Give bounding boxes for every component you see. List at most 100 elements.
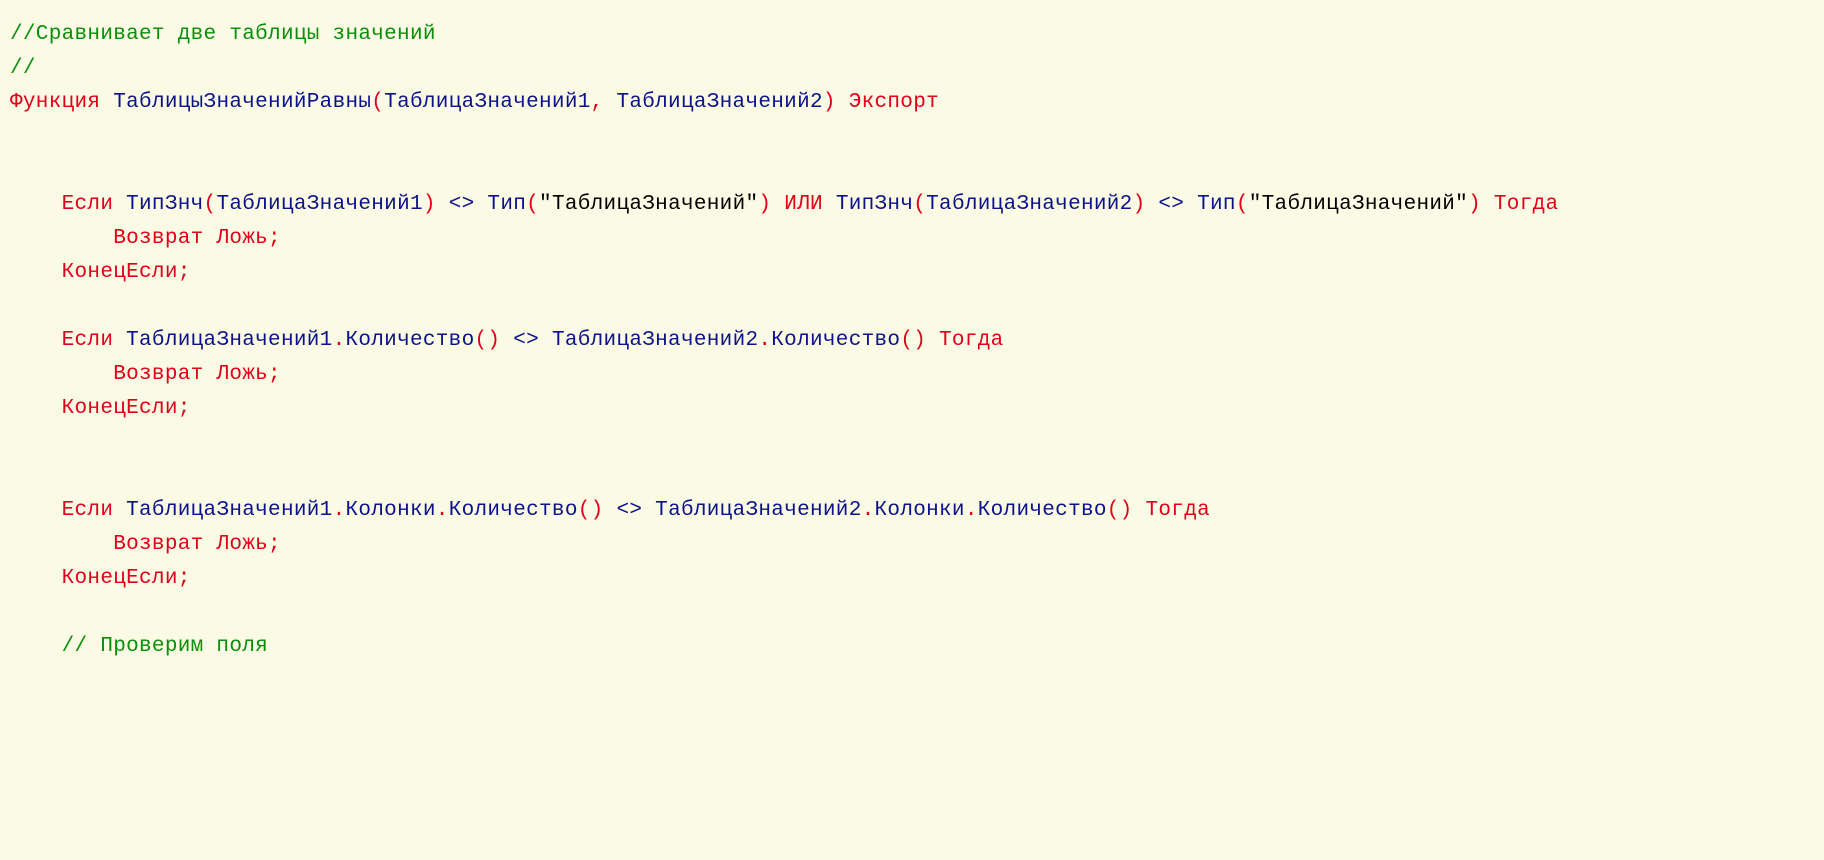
code-token: Количество <box>345 329 474 352</box>
code-token <box>100 91 113 114</box>
code-token: Тогда <box>1494 193 1559 216</box>
code-token: ( <box>204 193 217 216</box>
code-token: () <box>578 499 604 522</box>
code-token: ТаблицаЗначений1 <box>126 499 332 522</box>
code-token: ( <box>913 193 926 216</box>
code-token: . <box>758 329 771 352</box>
code-token: ТаблицаЗначений2 <box>926 193 1132 216</box>
code-token <box>823 193 836 216</box>
code-token <box>113 499 126 522</box>
code-line <box>10 154 1814 188</box>
code-token <box>926 329 939 352</box>
code-token: ( <box>1236 193 1249 216</box>
code-token: ТаблицаЗначений2 <box>655 499 861 522</box>
code-token: ТаблицаЗначений2 <box>552 329 758 352</box>
code-token: ТаблицаЗначений1 <box>126 329 332 352</box>
code-token <box>10 261 62 284</box>
code-token: Возврат Ложь; <box>113 227 281 250</box>
code-token: <> <box>1158 193 1184 216</box>
code-token: ТаблицыЗначенийРавны <box>113 91 371 114</box>
code-token: Возврат Ложь; <box>113 533 281 556</box>
code-line <box>10 426 1814 460</box>
code-token: ) <box>1468 193 1481 216</box>
code-block: //Сравнивает две таблицы значений // Функц… <box>0 0 1824 682</box>
code-token <box>604 499 617 522</box>
code-token: ) <box>1133 193 1146 216</box>
code-token: //Сравнивает две таблицы значений <box>10 23 436 46</box>
code-token: ТипЗнч <box>126 193 203 216</box>
code-line: Возврат Ложь; <box>10 358 1814 392</box>
code-line: КонецЕсли; <box>10 392 1814 426</box>
code-token: Если <box>62 499 114 522</box>
code-token <box>436 193 449 216</box>
code-line <box>10 290 1814 324</box>
code-line: // <box>10 52 1814 86</box>
code-line <box>10 596 1814 630</box>
code-token: ТаблицаЗначений1 <box>216 193 422 216</box>
code-token: . <box>436 499 449 522</box>
code-token: Возврат Ложь; <box>113 363 281 386</box>
code-token: ) <box>423 193 436 216</box>
code-token: ИЛИ <box>784 193 823 216</box>
code-token: Функция <box>10 91 100 114</box>
code-token: Количество <box>771 329 900 352</box>
code-token: <> <box>616 499 642 522</box>
code-line: КонецЕсли; <box>10 562 1814 596</box>
code-token <box>10 635 62 658</box>
code-token: // <box>10 57 36 80</box>
code-token: Тогда <box>1146 499 1211 522</box>
code-token <box>10 499 62 522</box>
code-token <box>1184 193 1197 216</box>
code-token: Тогда <box>939 329 1004 352</box>
code-token: () <box>1107 499 1133 522</box>
code-token <box>10 533 113 556</box>
code-token: "ТаблицаЗначений" <box>1249 193 1468 216</box>
code-token: . <box>333 499 346 522</box>
code-token: // Проверим поля <box>62 635 268 658</box>
code-token <box>771 193 784 216</box>
code-token <box>10 567 62 590</box>
code-token: <> <box>449 193 475 216</box>
code-token: <> <box>513 329 539 352</box>
code-token: Тип <box>487 193 526 216</box>
code-token <box>500 329 513 352</box>
code-token: КонецЕсли; <box>62 261 191 284</box>
code-token: Экспорт <box>849 91 939 114</box>
code-token <box>10 227 113 250</box>
code-line: Если ТаблицаЗначений1.Колонки.Количество… <box>10 494 1814 528</box>
code-line: Возврат Ложь; <box>10 528 1814 562</box>
code-token: . <box>333 329 346 352</box>
code-token: КонецЕсли; <box>62 397 191 420</box>
code-token: ( <box>371 91 384 114</box>
code-token <box>10 363 113 386</box>
code-line: Функция ТаблицыЗначенийРавны(ТаблицаЗнач… <box>10 86 1814 120</box>
code-token: ТипЗнч <box>836 193 913 216</box>
code-line <box>10 460 1814 494</box>
code-token: Колонки <box>345 499 435 522</box>
code-token: ТаблицаЗначений2 <box>616 91 822 114</box>
code-token <box>1133 499 1146 522</box>
code-token <box>604 91 617 114</box>
code-token <box>642 499 655 522</box>
code-line <box>10 120 1814 154</box>
code-line: КонецЕсли; <box>10 256 1814 290</box>
code-token: () <box>900 329 926 352</box>
code-line: Если ТаблицаЗначений1.Количество() <> Та… <box>10 324 1814 358</box>
code-token: Тип <box>1197 193 1236 216</box>
code-token: ( <box>526 193 539 216</box>
code-token <box>1146 193 1159 216</box>
code-token <box>10 329 62 352</box>
code-token: Колонки <box>875 499 965 522</box>
code-line: //Сравнивает две таблицы значений <box>10 18 1814 52</box>
code-token: ТаблицаЗначений1 <box>384 91 590 114</box>
code-token <box>539 329 552 352</box>
code-token <box>475 193 488 216</box>
code-line: Если ТипЗнч(ТаблицаЗначений1) <> Тип("Та… <box>10 188 1814 222</box>
code-token: . <box>965 499 978 522</box>
code-token: , <box>591 91 604 114</box>
code-token: Количество <box>449 499 578 522</box>
code-token: ) <box>823 91 836 114</box>
code-token: Если <box>62 193 114 216</box>
code-token: КонецЕсли; <box>62 567 191 590</box>
code-token: ) <box>758 193 771 216</box>
